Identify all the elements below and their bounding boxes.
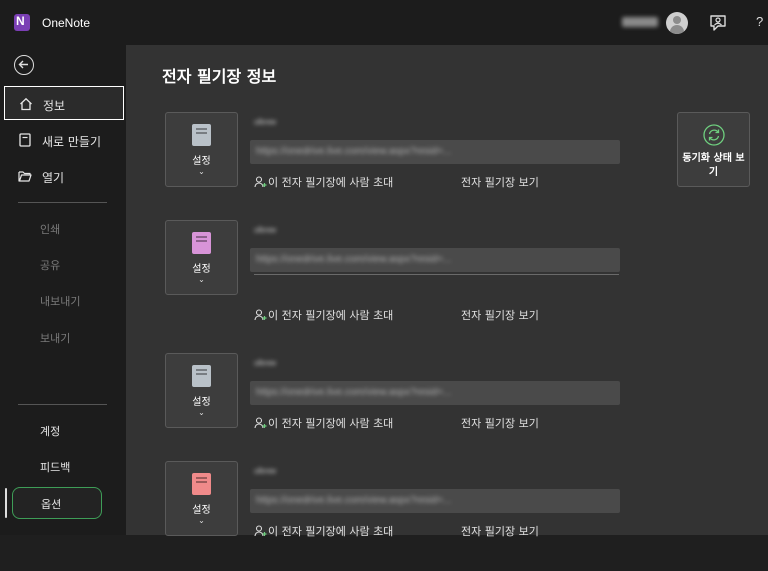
add-person-icon xyxy=(254,309,267,321)
invite-people-link[interactable]: 이 전자 필기장에 사람 초대 xyxy=(254,174,393,190)
chevron-down-icon: ⌄ xyxy=(198,275,205,284)
sidebar-item-label: 열기 xyxy=(42,171,65,185)
notebook-name: ᵘˡᵇʳᵉʷ xyxy=(254,467,277,479)
options-button[interactable]: 옵션 xyxy=(12,487,102,519)
notebook-icon xyxy=(192,124,211,146)
invite-people-link[interactable]: 이 전자 필기장에 사람 초대 xyxy=(254,523,393,539)
backstage-sidebar: 정보 새로 만들기 열기 인쇄 공유 내보내기 보내기 계정 피드백 옵션 xyxy=(0,45,126,535)
notebook-entry: 설정 ⌄ ᵘˡᵇʳᵉʷ https://onedrive.live.com/vi… xyxy=(126,112,768,222)
notebook-url: https://onedrive.live.com/view.aspx?resi… xyxy=(256,254,452,265)
invite-people-link[interactable]: 이 전자 필기장에 사람 초대 xyxy=(254,415,393,431)
notebook-entry: 설정 ⌄ ᵘˡᵇʳᵉʷ https://onedrive.live.com/vi… xyxy=(126,461,768,571)
sidebar-item-share: 공유 xyxy=(40,259,61,272)
sidebar-item-print: 인쇄 xyxy=(40,223,61,236)
settings-label: 설정 xyxy=(192,397,211,408)
settings-label: 설정 xyxy=(192,264,211,275)
notebook-settings-button[interactable]: 설정 ⌄ xyxy=(165,220,238,295)
onenote-logo-icon xyxy=(14,14,30,31)
notebook-name: ᵘˡᵇʳᵉʷ xyxy=(254,118,277,130)
options-label: 옵션 xyxy=(41,498,62,511)
sidebar-item-send: 보내기 xyxy=(40,332,71,345)
feedback-icon[interactable] xyxy=(708,13,728,33)
notebook-entry: 설정 ⌄ ᵘˡᵇʳᵉʷ https://onedrive.live.com/vi… xyxy=(126,220,768,330)
new-document-icon xyxy=(19,133,31,147)
url-underline xyxy=(254,274,619,275)
arrow-left-icon xyxy=(18,60,28,69)
title-bar: OneNote ? xyxy=(0,0,768,45)
app-name: OneNote xyxy=(42,16,91,30)
view-notebook-link[interactable]: 전자 필기장 보기 xyxy=(461,523,539,539)
add-person-icon xyxy=(254,176,267,188)
chevron-down-icon: ⌄ xyxy=(198,516,205,525)
invite-people-label: 이 전자 필기장에 사람 초대 xyxy=(268,176,394,189)
page-title: 전자 필기장 정보 xyxy=(162,67,277,86)
notebook-name: ᵘˡᵇʳᵉʷ xyxy=(254,359,277,371)
notebook-url-field[interactable]: https://onedrive.live.com/view.aspx?resi… xyxy=(250,140,620,164)
add-person-icon xyxy=(254,417,267,429)
view-notebook-link[interactable]: 전자 필기장 보기 xyxy=(461,415,539,431)
invite-people-label: 이 전자 필기장에 사람 초대 xyxy=(268,525,394,538)
invite-people-label: 이 전자 필기장에 사람 초대 xyxy=(268,417,394,430)
sidebar-item-label: 정보 xyxy=(43,99,66,113)
sidebar-item-account[interactable]: 계정 xyxy=(40,423,60,439)
sidebar-item-export: 내보내기 xyxy=(40,295,81,308)
sidebar-item-open[interactable]: 열기 xyxy=(4,159,124,193)
view-notebook-link[interactable]: 전자 필기장 보기 xyxy=(461,307,539,323)
notebook-url-field[interactable]: https://onedrive.live.com/view.aspx?resi… xyxy=(250,489,620,513)
notebook-url-field[interactable]: https://onedrive.live.com/view.aspx?resi… xyxy=(250,248,620,272)
invite-people-label: 이 전자 필기장에 사람 초대 xyxy=(268,309,394,322)
notebook-settings-button[interactable]: 설정 ⌄ xyxy=(165,112,238,187)
notebook-url: https://onedrive.live.com/view.aspx?resi… xyxy=(256,495,452,506)
notebook-icon xyxy=(192,365,211,387)
help-icon[interactable]: ? xyxy=(756,14,763,29)
sidebar-item-new[interactable]: 새로 만들기 xyxy=(4,123,124,157)
notebook-url-field[interactable]: https://onedrive.live.com/view.aspx?resi… xyxy=(250,381,620,405)
sidebar-item-feedback[interactable]: 피드백 xyxy=(40,459,70,475)
settings-label: 설정 xyxy=(192,505,211,516)
add-person-icon xyxy=(254,525,267,537)
sidebar-item-label: 새로 만들기 xyxy=(42,135,102,149)
notebook-name: ᵘˡᵇʳᵉʷ xyxy=(254,226,277,238)
notebook-icon xyxy=(192,473,211,495)
focus-marker xyxy=(5,488,7,518)
back-button[interactable] xyxy=(14,55,34,75)
notebook-url: https://onedrive.live.com/view.aspx?resi… xyxy=(256,146,452,157)
user-name[interactable] xyxy=(622,17,658,27)
folder-open-icon xyxy=(18,171,32,182)
invite-people-link[interactable]: 이 전자 필기장에 사람 초대 xyxy=(254,307,393,323)
avatar[interactable] xyxy=(666,12,688,34)
notebook-icon xyxy=(192,232,211,254)
main-panel: 전자 필기장 정보 동기화 상태 보기 설정 ⌄ ᵘˡᵇʳᵉʷ https://… xyxy=(126,45,768,538)
divider xyxy=(18,404,107,405)
sidebar-item-info[interactable]: 정보 xyxy=(4,86,124,120)
chevron-down-icon: ⌄ xyxy=(198,167,205,176)
home-icon xyxy=(20,97,32,111)
view-notebook-link[interactable]: 전자 필기장 보기 xyxy=(461,174,539,190)
notebook-url: https://onedrive.live.com/view.aspx?resi… xyxy=(256,387,452,398)
notebook-entry: 설정 ⌄ ᵘˡᵇʳᵉʷ https://onedrive.live.com/vi… xyxy=(126,353,768,463)
divider xyxy=(18,202,107,203)
notebook-settings-button[interactable]: 설정 ⌄ xyxy=(165,461,238,536)
chevron-down-icon: ⌄ xyxy=(198,408,205,417)
notebook-settings-button[interactable]: 설정 ⌄ xyxy=(165,353,238,428)
settings-label: 설정 xyxy=(192,156,211,167)
